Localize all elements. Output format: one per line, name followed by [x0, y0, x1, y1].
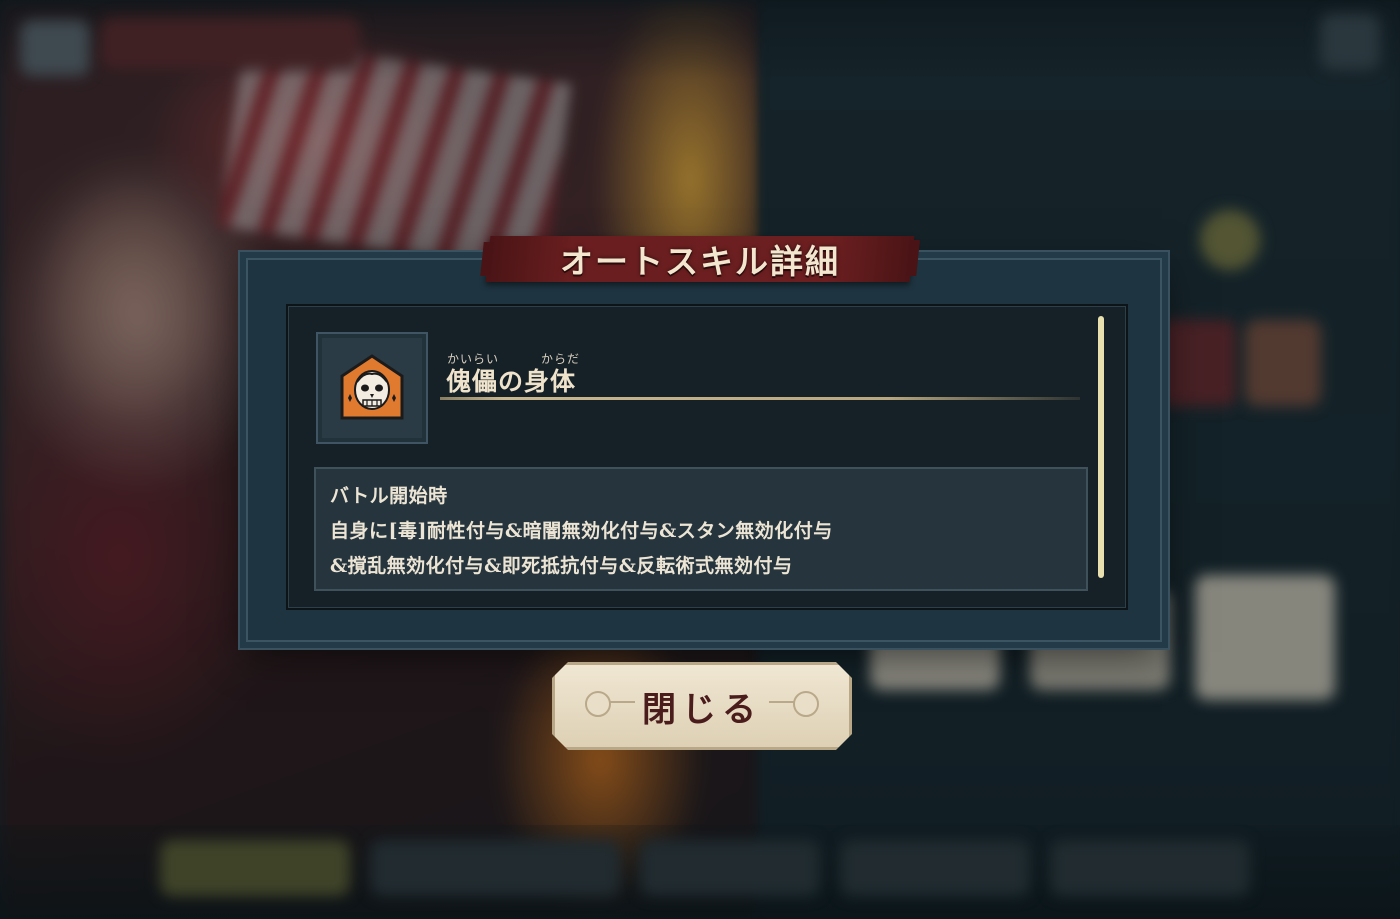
description-effect-line-1: 自身に[毒]耐性付与&暗闇無効化付与&スタン無効化付与: [330, 520, 833, 542]
close-button[interactable]: 閉じる: [552, 662, 852, 750]
description-effect-line-2: &撹乱無効化付与&即死抵抗付与&反転術式無効付与: [330, 555, 793, 577]
skill-icon-frame: [316, 332, 428, 444]
skill-name-divider: [440, 397, 1080, 400]
scrollbar-thumb[interactable]: [1098, 316, 1104, 578]
skull-mask-icon: [340, 354, 404, 420]
skill-name: 傀儡の身体: [446, 367, 577, 396]
close-button-label: 閉じる: [642, 689, 762, 730]
dialog-title: オートスキル詳細: [560, 242, 840, 281]
description-trigger: バトル開始時: [330, 485, 448, 507]
